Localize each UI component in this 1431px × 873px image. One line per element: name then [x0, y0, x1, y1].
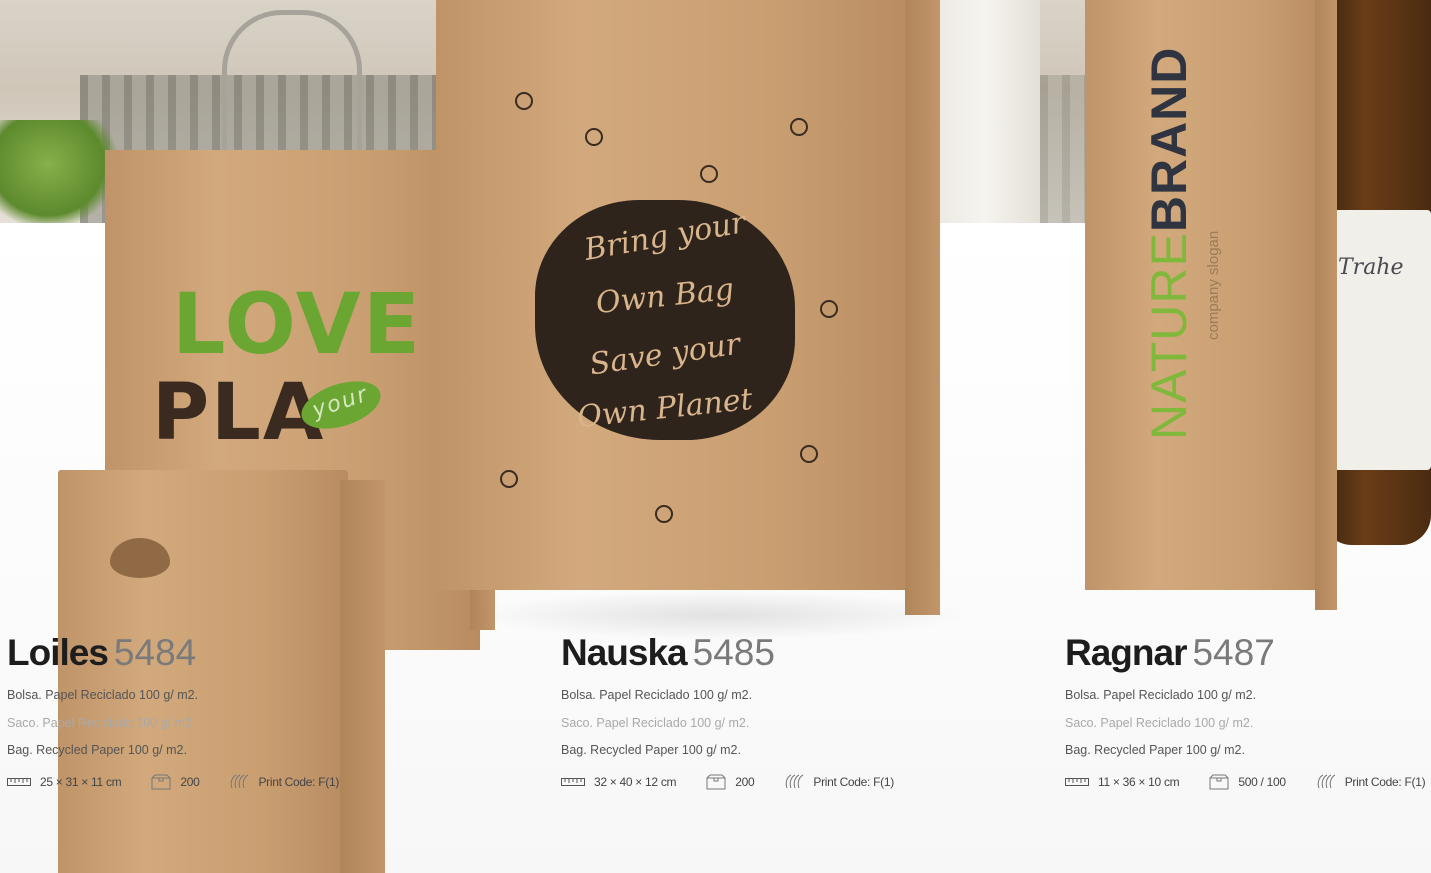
product-title: Nauska 5485 [561, 630, 981, 676]
dimensions-value: 25 × 31 × 11 cm [40, 775, 122, 789]
doodle-flower [655, 505, 673, 523]
product-nauska: Nauska 5485 Bolsa. Papel Reciclado 100 g/… [561, 630, 981, 790]
box-icon [706, 774, 726, 790]
doodle-flower [585, 128, 603, 146]
ruler-icon [561, 778, 585, 786]
spec-packaging: 200 [151, 774, 200, 790]
spec-dimensions: 25 × 31 × 11 cm [7, 775, 122, 789]
brand-logo-brand: BRAND [1141, 46, 1197, 233]
dimensions-value: 11 × 36 × 10 cm [1098, 775, 1180, 789]
love-line-1: LOVE [172, 275, 423, 373]
print-code-value: Print Code: F(1) [1344, 775, 1426, 789]
brand-logo: NATUREBRAND [1140, 47, 1198, 440]
product-name: Nauska [561, 632, 688, 673]
bag-bottle-side [1315, 0, 1337, 610]
print-code-value: Print Code: F(1) [258, 775, 340, 789]
doodle-flower [515, 92, 533, 110]
lettuce [0, 120, 120, 223]
description-pt: Saco. Papel Reciclado 100 g/ m2. [1065, 716, 1254, 730]
love-line-2: PLA [152, 368, 326, 458]
bottle-label [1328, 210, 1431, 470]
print-technique-icon [786, 774, 804, 789]
print-technique-icon [231, 774, 249, 789]
doodle-flower [800, 445, 818, 463]
spec-print-code: Print Code: F(1) [229, 774, 339, 790]
doodle-flower [500, 470, 518, 488]
description-pt: Saco. Papel Reciclado 100 g/ m2. [7, 716, 196, 730]
product-name: Ragnar [1065, 632, 1187, 673]
packaging-value: 200 [180, 775, 200, 789]
brand-logo-nature: NATURE [1141, 232, 1197, 440]
box-icon [151, 774, 171, 790]
dimensions-value: 32 × 40 × 12 cm [594, 775, 677, 789]
spec-print-code: Print Code: F(1) [784, 774, 894, 790]
description-es: Bolsa. Papel Reciclado 100 g/ m2. [561, 688, 753, 702]
product-title: Ragnar 5487 [1065, 630, 1431, 676]
print-technique-icon [1317, 774, 1335, 789]
description-en: Bag. Recycled Paper 100 g/ m2. [1065, 743, 1245, 757]
spec-dimensions: 11 × 36 × 10 cm [1065, 775, 1180, 789]
bag-die-cut-side [340, 480, 385, 873]
print-code-value: Print Code: F(1) [813, 775, 894, 789]
product-code: 5484 [113, 632, 197, 673]
spec-packaging: 500 / 100 [1209, 774, 1286, 790]
ruler-icon [7, 778, 31, 786]
product-title: Loiles 5484 [7, 630, 427, 676]
ruler-icon [1065, 778, 1089, 786]
doodle-flower [790, 118, 808, 136]
packaging-value: 500 / 100 [1238, 775, 1286, 789]
bag-bring-your-own-side [905, 0, 940, 615]
doodle-flower [700, 165, 718, 183]
packaging-value: 200 [735, 775, 755, 789]
product-name: Loiles [7, 632, 109, 673]
description-en: Bag. Recycled Paper 100 g/ m2. [561, 743, 741, 757]
product-specs: 32 × 40 × 12 cm 200 Print Code: F(1) [561, 774, 924, 790]
product-code: 5487 [1192, 632, 1275, 673]
spec-print-code: Print Code: F(1) [1316, 774, 1426, 790]
box-icon [1209, 774, 1229, 790]
description-en: Bag. Recycled Paper 100 g/ m2. [7, 743, 187, 757]
product-specs: 11 × 36 × 10 cm 500 / 100 Print Code: F(… [1065, 774, 1426, 790]
doodle-flower [820, 300, 838, 318]
description-es: Bolsa. Papel Reciclado 100 g/ m2. [1065, 688, 1257, 702]
cloth-bag [930, 0, 1040, 223]
spec-packaging: 200 [706, 774, 755, 790]
bottle-label-text: Trahe [1338, 255, 1404, 280]
product-ragnar: Ragnar 5487 Bolsa. Papel Reciclado 100 g/… [1065, 630, 1431, 790]
spec-dimensions: 32 × 40 × 12 cm [561, 775, 677, 789]
description-es: Bolsa. Papel Reciclado 100 g/ m2. [7, 688, 199, 702]
product-specs: 25 × 31 × 11 cm 200 Print Code: F(1) [7, 774, 369, 790]
bag-handle-cutout [110, 538, 170, 578]
product-code: 5485 [692, 632, 775, 673]
brand-slogan: company slogan [1205, 230, 1222, 340]
description-pt: Saco. Papel Reciclado 100 g/ m2. [561, 716, 750, 730]
product-loiles: Loiles 5484 Bolsa. Papel Reciclado 100 g/… [7, 630, 427, 790]
